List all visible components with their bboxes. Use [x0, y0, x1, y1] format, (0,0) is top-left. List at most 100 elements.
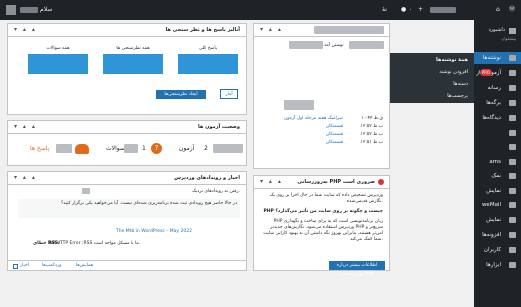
sidebar-item[interactable]: ams [474, 156, 521, 168]
sidebar-item[interactable]: ابزارها [474, 259, 521, 271]
questions-label: سوالات [106, 145, 125, 152]
sidebar-item-label: برگه‌ها [486, 100, 501, 106]
tools-icon [509, 262, 516, 268]
events-news-box: اخبار و رویدادهای وردپرس ▾ ▴ ▴ رفتن به ر… [7, 171, 247, 271]
submenu-item[interactable]: افزودن نوشته [439, 69, 468, 75]
new-content-button[interactable]: + [418, 0, 423, 20]
recent-label: نوشتن آمد [324, 43, 344, 48]
pro-badge: PRO [479, 69, 492, 76]
stats-button[interactable]: آمار [220, 89, 238, 99]
sidebar-item-label: افزونه‌ها [482, 232, 501, 238]
php-description: PHP زبان برنامه‌نویسی است که به برای ساخ… [263, 219, 383, 242]
activity-post-link[interactable]: قسمتکان [326, 132, 343, 137]
sidebar-item-label: کاربران [483, 247, 501, 253]
site-menu-label[interactable]: نهٔ [382, 0, 387, 20]
sidebar-item-label: ابزارها [486, 262, 501, 268]
external-link-icon [13, 264, 18, 269]
users-icon [509, 247, 516, 253]
salt-icon [509, 173, 516, 179]
stat-tile [178, 54, 238, 74]
submenu-item[interactable]: برچسب‌ها [447, 93, 468, 99]
media-icon [509, 85, 516, 91]
sidebar-item[interactable]: کاربران [474, 244, 521, 256]
quiz-status-box: وضعیت آزمون ها ▾ ▴ ▴ 2 آزمون ? 1 سوالات … [7, 120, 247, 166]
location-icon [82, 188, 90, 194]
sidebar-item[interactable]: نوشته‌ها [474, 52, 521, 64]
sidebar-item-label: نمک [491, 173, 501, 179]
news-link[interactable]: The Mtb in WordPress – May 2022 [116, 229, 192, 234]
sidebar-item[interactable] [474, 141, 521, 153]
activity-box: ▾ ▴ ▴ نوشتن آمد ۱۰:۴۴ ق.ظ سرامیک هفته مرح… [253, 23, 390, 169]
appearance-icon [509, 188, 516, 194]
avatar [6, 5, 16, 15]
box-controls[interactable]: ▾ ▴ ▴ [260, 26, 283, 33]
sidebar-item[interactable]: دیدگاه‌ها [474, 112, 521, 124]
sidebar-item-label: weMail [481, 202, 501, 208]
column-header: پاسخ کلی [198, 46, 218, 51]
box-controls[interactable]: ▾ ▴ ▴ [14, 26, 37, 33]
sidebar-item[interactable] [474, 127, 521, 139]
activity-row: ۱۲:۵۲ ب.ظ قسمتکان [260, 132, 383, 139]
comment-icon [509, 115, 516, 121]
events-footer: اخبار وردکمپ‌ها همایش‌ها [8, 260, 246, 271]
quiz-label: آزمون [179, 145, 195, 152]
sidebar-item[interactable]: افزونه‌ها [474, 229, 521, 241]
rss-error: WP HTTP Error :RSS ما با مشکل مواجه است. [48, 241, 141, 246]
poll-analysis-box: آنالیز پاسخ ها و نظر سنجی ها ▾ ▴ ▴ پاسخ … [7, 23, 247, 115]
question-icon: ? [151, 143, 162, 154]
activity-date: ۱۲:۵۲ ب.ظ [360, 132, 383, 137]
create-poll-button[interactable]: ایجاد نظرسنجی‌ها [156, 90, 206, 99]
comments-count[interactable]: ۰ [409, 0, 412, 20]
php-learn-more-button[interactable]: اطلاعات بیشتر درباره بهروزرسانی PHP [329, 261, 385, 277]
activity-row: ۱۲:۵۲ ب.ظ قسمتکان [260, 124, 383, 131]
activity-date: ۱۰:۴۴ ق.ظ [361, 116, 383, 121]
news-footer-link[interactable]: اخبار [20, 263, 29, 268]
activity-post-link[interactable]: قسمتکان [326, 140, 343, 145]
box-title: اخبار و رویدادهای وردپرس [174, 175, 240, 181]
pin-icon [509, 55, 516, 61]
php-intro: وردپرس تشخیص داده که سایت شما در حال اجر… [269, 193, 383, 204]
box-controls[interactable]: ▾ ▴ ▴ [14, 174, 37, 181]
wordcamps-footer-link[interactable]: وردکمپ‌ها [42, 263, 61, 268]
comments-icon[interactable]: ● [401, 0, 406, 20]
activity-date: ۱۲:۵۲ ب.ظ [360, 124, 383, 129]
sidebar-item[interactable]: نمایش [474, 214, 521, 226]
site-name[interactable] [430, 7, 456, 13]
submenu-item[interactable]: دسته‌ها [453, 81, 468, 87]
sidebar-item[interactable]: برگه‌ها [474, 97, 521, 109]
activity-post-link[interactable]: سرامیک هفته مرحله اول آزمون [284, 116, 343, 121]
wordpress-logo-icon[interactable]: Ⓦ [509, 0, 515, 20]
box-title: به‌روزرسانی PHP ضروری است [297, 179, 375, 185]
admin-sidebar: داشبورد پیشخوان نوشته‌ها آزمون سازPRO رسان… [474, 20, 521, 307]
sidebar-dashboard-header[interactable]: داشبورد پیشخوان [474, 26, 521, 44]
answers-label: پاسخ ها [30, 145, 50, 152]
sidebar-item-label: دیدگاه‌ها [482, 115, 501, 121]
sidebar-item[interactable]: نمایش [474, 185, 521, 197]
sidebar-item-label: ams [489, 159, 501, 165]
box-controls[interactable]: ▾ ▴ ▴ [260, 178, 283, 185]
box-header: آنالیز پاسخ ها و نظر سنجی ها ▾ ▴ ▴ [8, 24, 246, 37]
sidebar-item[interactable]: نمک [474, 170, 521, 182]
brush-icon [509, 217, 516, 223]
activity-date: ۱۲:۵۱ ب.ظ [360, 140, 383, 145]
sidebar-item[interactable]: رسانه [474, 82, 521, 94]
sidebar-item-label: رسانه [487, 85, 501, 91]
home-icon[interactable]: ⌂ [496, 0, 500, 20]
ams-icon [509, 159, 516, 165]
no-events-notice: در حالا حاضر هیچ رویدادی ثبت شده برنامه‌… [18, 199, 240, 218]
sidebar-item-label: نمایش [486, 188, 501, 194]
blank-icon [509, 144, 516, 150]
activity-row: ۱۰:۴۴ ق.ظ سرامیک هفته مرحله اول آزمون [260, 116, 383, 123]
email-icon [509, 202, 516, 208]
sidebar-item[interactable]: آزمون سازPRO [474, 67, 521, 79]
sidebar-item-label: نوشته‌ها [482, 55, 501, 61]
meetups-footer-link[interactable]: همایش‌ها [76, 263, 93, 268]
activity-row: ۱۲:۵۱ ب.ظ قسمتکان [260, 140, 383, 147]
sidebar-item[interactable]: weMail [474, 199, 521, 211]
stat-tile [28, 54, 88, 74]
activity-post-link[interactable]: قسمتکان [326, 124, 343, 129]
users-icon [75, 144, 89, 154]
box-controls[interactable]: ▾ ▴ ▴ [14, 123, 37, 130]
column-header: همه نظرسنجی ها [116, 46, 150, 51]
submenu-item[interactable]: همهٔ نوشته‌ها [436, 57, 468, 63]
